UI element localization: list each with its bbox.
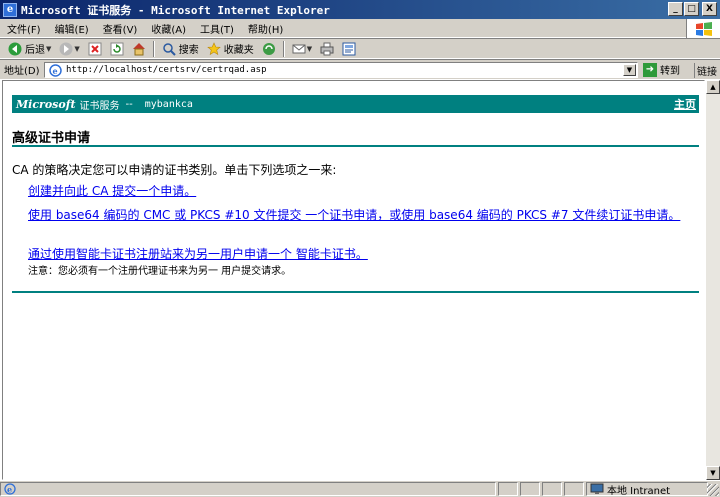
favorites-button[interactable]: 收藏夹 bbox=[203, 40, 258, 58]
create-request-link[interactable]: 创建并向此 CA 提交一个申请。 bbox=[28, 184, 696, 198]
ie-app-icon: e bbox=[3, 2, 17, 17]
home-link[interactable]: 主页 bbox=[674, 96, 696, 112]
windows-logo-icon bbox=[686, 19, 720, 38]
mail-dropdown-icon[interactable]: ▼ bbox=[307, 45, 312, 53]
status-pane bbox=[520, 482, 540, 496]
status-bar: e 本地 Intranet bbox=[0, 480, 720, 497]
vertical-scrollbar[interactable]: ▲ ▼ bbox=[706, 80, 720, 480]
menu-view[interactable]: 查看(V) bbox=[96, 21, 145, 36]
search-button[interactable]: 搜索 bbox=[158, 40, 203, 58]
menu-edit[interactable]: 编辑(E) bbox=[48, 21, 96, 36]
address-bar: 地址(D) e http://localhost/certsrv/certrqa… bbox=[0, 59, 720, 79]
back-label: 后退 bbox=[25, 45, 45, 56]
printer-icon bbox=[320, 42, 334, 56]
back-arrow-icon bbox=[8, 42, 22, 56]
close-button[interactable]: X bbox=[702, 2, 717, 16]
back-button[interactable]: 后退 ▼ bbox=[4, 40, 55, 58]
title-divider bbox=[12, 145, 699, 147]
toolbar-separator bbox=[282, 40, 285, 57]
resize-grip-icon[interactable] bbox=[707, 484, 719, 496]
media-button[interactable] bbox=[258, 40, 280, 58]
status-text-pane: e bbox=[0, 482, 496, 496]
footer-divider bbox=[12, 291, 699, 293]
home-icon bbox=[132, 42, 146, 56]
favorites-label: 收藏夹 bbox=[223, 45, 254, 56]
edit-page-icon bbox=[342, 42, 356, 56]
print-button[interactable] bbox=[316, 40, 338, 58]
forward-dropdown-icon[interactable]: ▼ bbox=[74, 45, 79, 53]
menu-file[interactable]: 文件(F) bbox=[0, 21, 48, 36]
intranet-zone-icon bbox=[590, 482, 604, 496]
stop-button[interactable] bbox=[84, 40, 106, 58]
address-url: http://localhost/certsrv/certrqad.asp bbox=[66, 65, 267, 75]
minimize-button[interactable]: _ bbox=[668, 2, 683, 16]
base64-request-link[interactable]: 使用 base64 编码的 CMC 或 PKCS #10 文件提交 一个证书申请… bbox=[28, 208, 696, 222]
window-controls: _ □ X bbox=[668, 2, 717, 16]
refresh-button[interactable] bbox=[106, 40, 128, 58]
page-icon: e bbox=[48, 63, 62, 77]
menu-bar: 文件(F) 编辑(E) 查看(V) 收藏(A) 工具(T) 帮助(H) bbox=[0, 19, 720, 38]
window-title: Microsoft 证书服务 - Microsoft Internet Expl… bbox=[21, 3, 330, 17]
security-zone: 本地 Intranet bbox=[586, 482, 708, 497]
refresh-icon bbox=[110, 42, 124, 56]
address-input[interactable]: e http://localhost/certsrv/certrqad.asp … bbox=[44, 62, 638, 78]
standard-toolbar: 后退 ▼ ▼ 搜索 收藏夹 ▼ bbox=[0, 38, 720, 59]
status-pane bbox=[498, 482, 518, 496]
zone-label: 本地 Intranet bbox=[607, 485, 671, 497]
go-label: 转到 bbox=[660, 66, 680, 77]
service-banner: Microsoft 证书服务 -- mybankca 主页 bbox=[12, 95, 699, 113]
smartcard-enroll-link[interactable]: 通过使用智能卡证书注册站来为另一用户申请一个 智能卡证书。 bbox=[28, 247, 696, 261]
star-icon bbox=[207, 41, 221, 56]
go-button[interactable]: ➜ 转到 bbox=[643, 62, 680, 77]
microsoft-brand: Microsoft bbox=[16, 97, 76, 111]
intro-text: CA 的策略决定您可以申请的证书类别。单击下列选项之一来: bbox=[12, 163, 337, 177]
forward-button[interactable]: ▼ bbox=[55, 40, 83, 58]
links-button[interactable]: 链接 bbox=[694, 63, 717, 78]
ca-name: mybankca bbox=[144, 98, 193, 110]
scroll-up-icon[interactable]: ▲ bbox=[706, 80, 720, 94]
toolbar-separator bbox=[152, 40, 155, 57]
svg-text:e: e bbox=[7, 485, 12, 495]
page-title: 高级证书申请 bbox=[12, 131, 91, 146]
search-label: 搜索 bbox=[178, 45, 199, 56]
search-icon bbox=[162, 42, 176, 56]
agent-note: 注意：您必须有一个注册代理证书来为另一 用户提交请求。 bbox=[28, 266, 292, 277]
back-dropdown-icon[interactable]: ▼ bbox=[46, 45, 51, 53]
banner-separator: -- bbox=[125, 98, 133, 110]
menu-favorites[interactable]: 收藏(A) bbox=[144, 21, 193, 36]
stop-icon bbox=[88, 42, 102, 56]
service-name: 证书服务 bbox=[79, 100, 120, 112]
edit-button[interactable] bbox=[338, 40, 360, 58]
menu-help[interactable]: 帮助(H) bbox=[241, 21, 290, 36]
status-pane bbox=[564, 482, 584, 496]
go-arrow-icon: ➜ bbox=[643, 62, 657, 77]
svg-text:e: e bbox=[52, 66, 57, 76]
forward-arrow-icon bbox=[59, 42, 73, 56]
mail-button[interactable]: ▼ bbox=[288, 40, 316, 58]
maximize-button[interactable]: □ bbox=[684, 2, 699, 16]
home-button[interactable] bbox=[128, 40, 150, 58]
scroll-down-icon[interactable]: ▼ bbox=[706, 466, 720, 480]
done-page-icon: e bbox=[3, 482, 17, 496]
media-icon bbox=[262, 42, 276, 56]
status-pane bbox=[542, 482, 562, 496]
title-bar: e Microsoft 证书服务 - Microsoft Internet Ex… bbox=[0, 0, 720, 19]
address-label: 地址(D) bbox=[4, 66, 40, 77]
menu-tools[interactable]: 工具(T) bbox=[193, 21, 241, 36]
mail-icon bbox=[292, 42, 306, 56]
page-content: Microsoft 证书服务 -- mybankca 主页 高级证书申请 CA … bbox=[2, 80, 705, 480]
address-dropdown-icon[interactable]: ▼ bbox=[623, 64, 636, 76]
